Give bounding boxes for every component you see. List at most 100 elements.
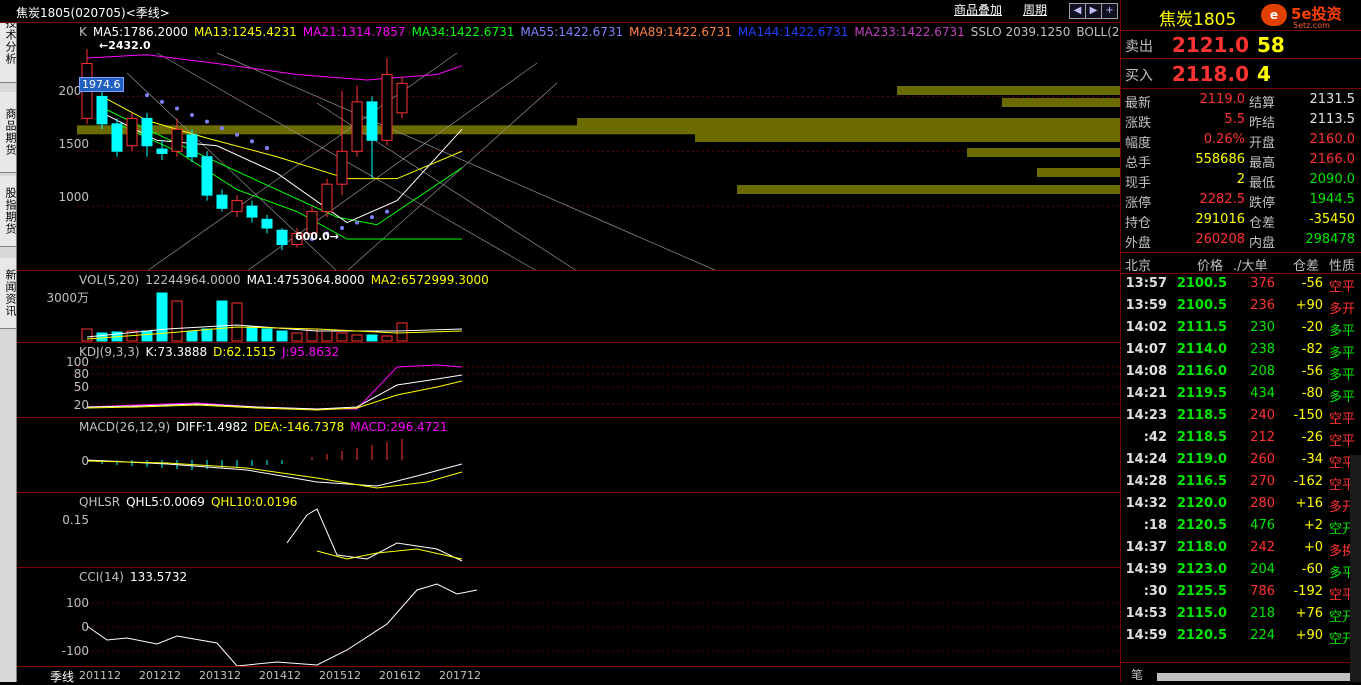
tick-oi: -162 bbox=[1293, 474, 1323, 489]
tick-time: 14:07 bbox=[1125, 342, 1167, 357]
horizontal-scrollbar[interactable] bbox=[1157, 673, 1357, 681]
tick-row[interactable]: :42 2118.5 212 -26 空平 bbox=[1121, 428, 1361, 449]
volume-profile-bar bbox=[695, 133, 1120, 142]
tick-time: 14:02 bbox=[1125, 320, 1167, 335]
tick-row[interactable]: 14:21 2119.5 434 -80 多平 bbox=[1121, 384, 1361, 405]
tick-volume: 212 bbox=[1250, 430, 1275, 445]
stat-value: 2282.5 bbox=[1199, 192, 1246, 207]
kdj-panel[interactable]: KDJ(9,3,3) K:73.3888 D:62.1515 J:95.8632 10… bbox=[17, 342, 1120, 418]
stat-label: 持仓 bbox=[1125, 216, 1152, 231]
tick-volume: 238 bbox=[1250, 342, 1275, 357]
tick-price: 2123.0 bbox=[1176, 562, 1227, 577]
stat-value: 2166.0 bbox=[1309, 152, 1356, 167]
stat-value: 291016 bbox=[1195, 212, 1245, 227]
tick-row[interactable]: 14:53 2115.0 218 +76 空开 bbox=[1121, 604, 1361, 625]
candle-body bbox=[396, 82, 408, 114]
quote-footer: 笔 bbox=[1121, 662, 1361, 683]
sar-dot bbox=[355, 220, 359, 225]
tick-row[interactable]: 14:39 2123.0 204 -60 多平 bbox=[1121, 560, 1361, 581]
y-tick: 0 bbox=[81, 620, 89, 634]
volume-bar bbox=[246, 326, 258, 342]
buy-volume: 4 bbox=[1257, 62, 1271, 86]
sar-dot bbox=[175, 106, 179, 111]
tick-row[interactable]: 14:59 2120.5 224 +90 空开 bbox=[1121, 626, 1361, 647]
sar-dot bbox=[190, 113, 194, 118]
y-tick: -100 bbox=[61, 644, 89, 658]
stat-label: 最新 bbox=[1125, 96, 1152, 111]
tick-tab[interactable]: 笔 bbox=[1131, 666, 1143, 683]
tick-volume: 376 bbox=[1250, 276, 1275, 291]
left-tab-bar: 技术分析 商品期货 股指期货 新闻资讯 bbox=[0, 0, 17, 682]
tick-time: 14:28 bbox=[1125, 474, 1167, 489]
stat-value: 558686 bbox=[1195, 152, 1245, 167]
tick-row[interactable]: 14:28 2116.5 270 -162 空平 bbox=[1121, 472, 1361, 493]
tick-header-nature: 性质 bbox=[1329, 259, 1356, 274]
legend-item: VOL(5,20) bbox=[79, 273, 140, 287]
cci-line bbox=[86, 583, 478, 667]
period-button[interactable]: 周期 bbox=[1023, 3, 1047, 18]
tick-time: 14:53 bbox=[1125, 606, 1167, 621]
buy-label: 买入 bbox=[1125, 68, 1153, 84]
right-arrow-icon[interactable]: ▶ bbox=[1085, 3, 1102, 19]
tick-oi: -26 bbox=[1301, 430, 1323, 445]
tick-nature: 空平 bbox=[1329, 412, 1356, 427]
tick-price: 2119.0 bbox=[1176, 452, 1227, 467]
tick-row[interactable]: 13:59 2100.5 236 +90 多开 bbox=[1121, 296, 1361, 317]
tick-nature: 多开 bbox=[1329, 302, 1356, 317]
tick-oi: +16 bbox=[1295, 496, 1323, 511]
tick-row[interactable]: 14:24 2119.0 260 -34 空平 bbox=[1121, 450, 1361, 471]
tick-time: :30 bbox=[1143, 584, 1167, 599]
tab-index-futures[interactable]: 股指期货 bbox=[0, 176, 17, 247]
tick-row[interactable]: 14:32 2120.0 280 +16 多开 bbox=[1121, 494, 1361, 515]
legend-item: MACD:296.4721 bbox=[350, 420, 448, 434]
tick-row[interactable]: :30 2125.5 786 -192 空平 bbox=[1121, 582, 1361, 603]
tick-row[interactable]: :18 2120.5 476 +2 空开 bbox=[1121, 516, 1361, 537]
tick-row[interactable]: 14:07 2114.0 238 -82 多平 bbox=[1121, 340, 1361, 361]
stat-label: 涨跌 bbox=[1125, 116, 1152, 131]
tick-row[interactable]: 14:02 2111.5 230 -20 多平 bbox=[1121, 318, 1361, 339]
tick-oi: -34 bbox=[1301, 452, 1323, 467]
tick-time: :42 bbox=[1143, 430, 1167, 445]
x-tick: 201112 bbox=[79, 669, 121, 682]
tick-volume: 236 bbox=[1250, 298, 1275, 313]
vertical-scrollbar[interactable] bbox=[1350, 455, 1361, 682]
tick-time: 14:32 bbox=[1125, 496, 1167, 511]
tick-time: 14:23 bbox=[1125, 408, 1167, 423]
tick-row[interactable]: 13:57 2100.5 376 -56 空平 bbox=[1121, 274, 1361, 295]
volume-bar bbox=[231, 302, 243, 342]
cci-panel[interactable]: CCI(14) 133.5732 100 0 -100 bbox=[17, 567, 1120, 667]
candle-body bbox=[186, 134, 198, 158]
overlay-commodity-button[interactable]: 商品叠加 bbox=[954, 3, 1002, 18]
macd-panel[interactable]: MACD(26,12,9) DIFF:1.4982 DEA:-146.7378 MAC… bbox=[17, 417, 1120, 493]
tick-volume: 242 bbox=[1250, 540, 1275, 555]
volume-bar bbox=[201, 328, 213, 342]
vol-panel[interactable]: VOL(5,20) 12244964.0000 MA1:4753064.8000 MA… bbox=[17, 270, 1120, 343]
tab-news[interactable]: 新闻资讯 bbox=[0, 258, 17, 329]
qhlsr-panel[interactable]: QHLSR QHL5:0.0069 QHL10:0.0196 0.15 bbox=[17, 492, 1120, 568]
volume-profile-bar bbox=[1037, 168, 1120, 177]
period-label: 季线 bbox=[50, 670, 75, 684]
tick-oi: -56 bbox=[1301, 364, 1323, 379]
candle-body bbox=[261, 218, 273, 229]
left-arrow-icon[interactable]: ◀ bbox=[1069, 3, 1086, 19]
tick-oi: -150 bbox=[1293, 408, 1323, 423]
tick-price: 2118.0 bbox=[1176, 540, 1227, 555]
volume-bar bbox=[276, 330, 288, 342]
volume-profile-bar bbox=[897, 86, 1120, 95]
x-tick: 201412 bbox=[259, 669, 301, 682]
tab-label: 技术分析 bbox=[4, 17, 17, 65]
volume-bar bbox=[336, 332, 348, 342]
tick-row[interactable]: 14:08 2116.0 208 -56 多平 bbox=[1121, 362, 1361, 383]
expand-icon[interactable]: + bbox=[1101, 3, 1118, 19]
tick-row[interactable]: 14:37 2118.0 242 +0 多换 bbox=[1121, 538, 1361, 559]
tick-price: 2111.5 bbox=[1176, 320, 1227, 335]
tick-row[interactable]: 14:23 2118.5 240 -150 空平 bbox=[1121, 406, 1361, 427]
kline-panel[interactable]: K MA5:1786.2000 MA13:1245.4231 MA21:1314.78… bbox=[17, 22, 1207, 271]
tick-oi: +90 bbox=[1295, 628, 1323, 643]
stat-value: 2160.0 bbox=[1309, 132, 1356, 147]
y-tick: 100 bbox=[66, 596, 89, 610]
candle-body bbox=[96, 95, 108, 125]
stat-row: 涨停 2282.5 跌停 1944.5 bbox=[1121, 190, 1361, 211]
tab-commodity-futures[interactable]: 商品期货 bbox=[0, 92, 17, 173]
tick-price: 2100.5 bbox=[1176, 298, 1227, 313]
